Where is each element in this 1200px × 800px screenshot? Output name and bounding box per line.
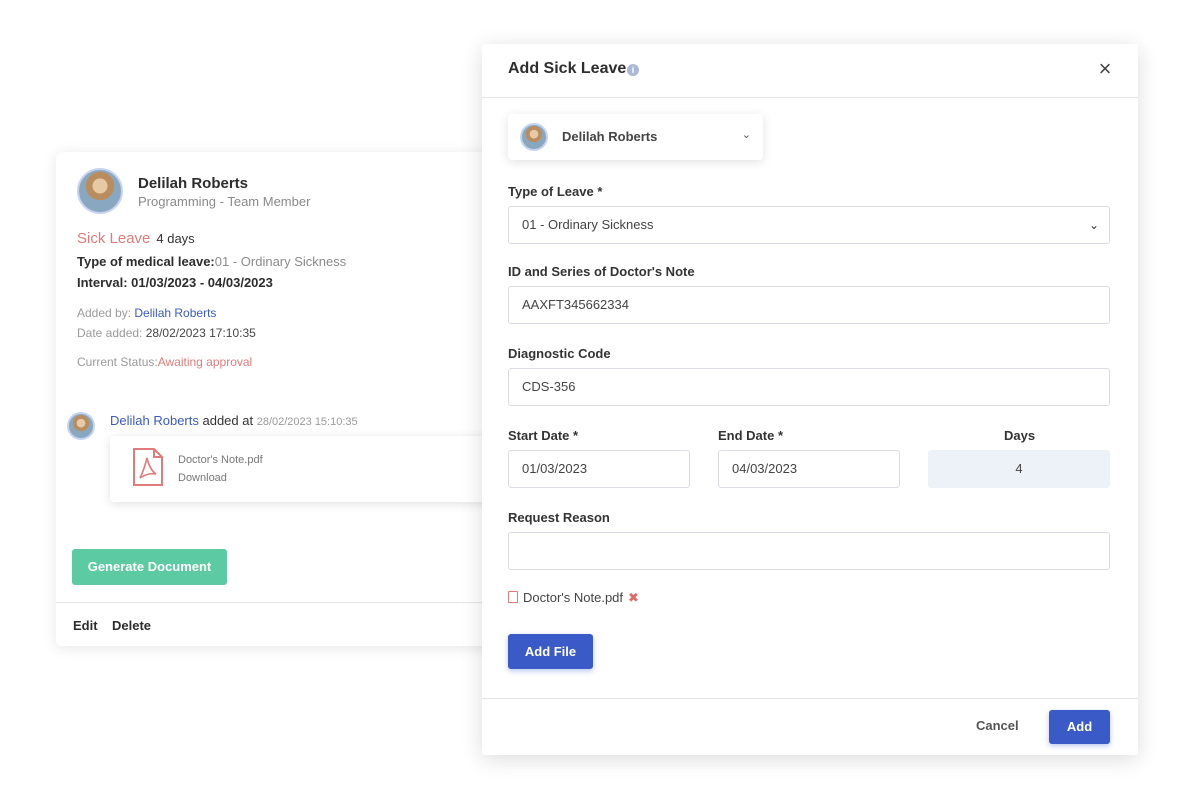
attachment-file-name: Doctor's Note.pdf — [178, 454, 263, 466]
employee-role: Programming - Team Member — [138, 194, 311, 209]
end-date-label: End Date * — [718, 428, 784, 443]
divider — [56, 602, 496, 603]
cancel-button[interactable]: Cancel — [976, 718, 1019, 733]
header-divider — [482, 97, 1138, 98]
chevron-down-icon: ⌄ — [741, 129, 751, 141]
doctor-note-label: ID and Series of Doctor's Note — [508, 264, 695, 279]
end-date-value: 04/03/2023 — [732, 461, 798, 476]
edit-button[interactable]: Edit — [73, 618, 98, 633]
medical-leave-label: Type of medical leave: — [77, 254, 215, 269]
end-date-field[interactable]: 04/03/2023 — [718, 450, 900, 488]
comment-header: Delilah Roberts added at 28/02/2023 15:1… — [110, 413, 358, 428]
type-of-leave-select[interactable]: 01 - Ordinary Sickness ⌄ — [508, 206, 1110, 244]
comment-timestamp: 28/02/2023 15:10:35 — [256, 416, 358, 428]
employee-select[interactable]: Delilah Roberts ⌄ — [508, 114, 763, 160]
current-status: Current Status:Awaiting approval — [77, 355, 252, 369]
medical-leave-value: 01 - Ordinary Sickness — [214, 254, 347, 269]
leave-interval: Interval: 01/03/2023 - 04/03/2023 — [77, 275, 273, 290]
diagnostic-code-label: Diagnostic Code — [508, 346, 611, 361]
file-icon — [508, 591, 518, 603]
doctor-note-field[interactable]: AAXFT345662334 — [508, 286, 1110, 324]
diagnostic-code-value: CDS-356 — [522, 379, 576, 394]
date-added-label: Date added: — [77, 326, 146, 340]
date-added: Date added: 28/02/2023 17:10:35 — [77, 326, 256, 340]
start-date-value: 01/03/2023 — [522, 461, 588, 476]
status-label: Current Status: — [77, 355, 158, 369]
days-label: Days — [1004, 428, 1036, 443]
comment-avatar — [67, 412, 95, 440]
added-by-label: Added by: — [77, 306, 135, 320]
attached-file-name: Doctor's Note.pdf — [523, 590, 624, 605]
comment-author-link[interactable]: Delilah Roberts — [110, 413, 199, 428]
avatar — [77, 168, 123, 214]
download-link[interactable]: Download — [178, 472, 227, 484]
medical-leave-type: Type of medical leave:01 - Ordinary Sick… — [77, 254, 346, 269]
employee-name: Delilah Roberts — [138, 175, 249, 192]
add-sick-leave-modal: Add Sick Leave i × Delilah Roberts ⌄ Typ… — [482, 44, 1138, 755]
request-reason-label: Request Reason — [508, 510, 610, 525]
avatar — [520, 123, 548, 151]
close-icon[interactable]: × — [1096, 58, 1114, 80]
request-reason-field[interactable] — [508, 532, 1110, 570]
added-by: Added by: Delilah Roberts — [77, 306, 216, 320]
added-by-link[interactable]: Delilah Roberts — [134, 306, 216, 320]
sick-leave-card: Delilah Roberts Programming - Team Membe… — [56, 152, 500, 646]
date-added-value: 28/02/2023 17:10:35 — [145, 326, 256, 340]
employee-select-name: Delilah Roberts — [562, 129, 658, 144]
add-button[interactable]: Add — [1049, 710, 1110, 744]
pdf-icon — [133, 448, 163, 486]
delete-button[interactable]: Delete — [112, 618, 151, 633]
doctor-note-value: AAXFT345662334 — [522, 297, 629, 312]
leave-type-title: Sick Leave — [77, 230, 151, 247]
add-file-button[interactable]: Add File — [508, 634, 593, 669]
diagnostic-code-field[interactable]: CDS-356 — [508, 368, 1110, 406]
modal-title: Add Sick Leave — [508, 60, 627, 77]
attached-file: Doctor's Note.pdf ✖ — [508, 590, 639, 606]
status-badge: Awaiting approval — [157, 355, 253, 369]
type-of-leave-value: 01 - Ordinary Sickness — [522, 217, 654, 232]
info-icon[interactable]: i — [627, 64, 639, 76]
type-of-leave-label: Type of Leave * — [508, 184, 603, 199]
attachment-card[interactable]: Doctor's Note.pdf Download — [110, 436, 500, 502]
leave-summary: Sick Leave 4 days — [77, 230, 195, 247]
leave-days: 4 days — [156, 231, 195, 246]
generate-document-button[interactable]: Generate Document — [72, 549, 227, 585]
chevron-down-icon: ⌄ — [1088, 218, 1099, 232]
start-date-field[interactable]: 01/03/2023 — [508, 450, 690, 488]
footer-divider — [482, 698, 1138, 699]
comment-action: added at — [198, 413, 257, 428]
start-date-label: Start Date * — [508, 428, 579, 443]
remove-icon[interactable]: ✖ — [628, 590, 639, 605]
days-field: 4 — [928, 450, 1110, 488]
